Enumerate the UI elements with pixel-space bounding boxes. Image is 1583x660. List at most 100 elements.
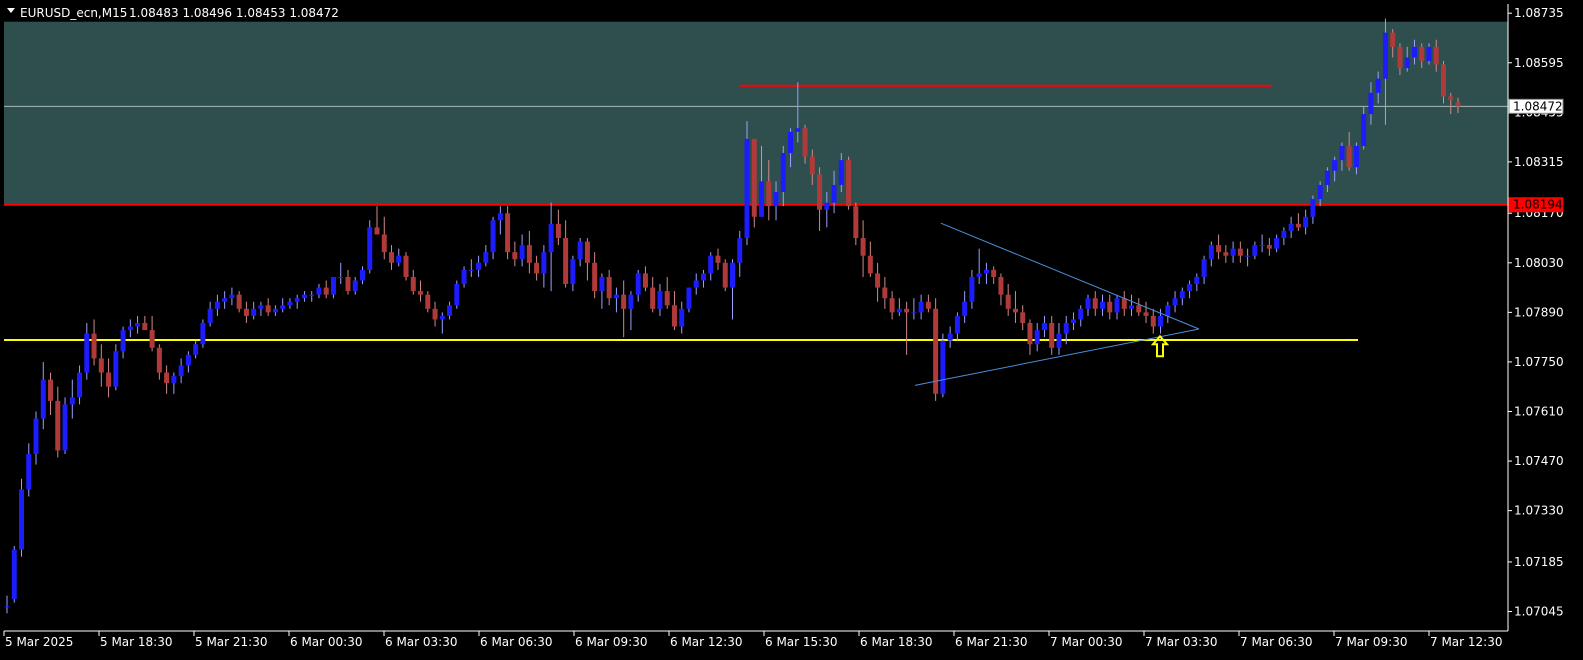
candle-body <box>98 358 104 373</box>
candle-body <box>1136 305 1142 313</box>
candle-body <box>381 234 387 253</box>
candle-body <box>48 379 54 401</box>
candle-body <box>418 291 424 295</box>
time-tick-label: 6 Mar 06:30 <box>480 635 553 649</box>
candle-body <box>1303 216 1309 228</box>
candle <box>846 156 852 210</box>
candle-body <box>954 315 960 334</box>
candle-body <box>860 238 866 256</box>
candle-body <box>708 255 714 274</box>
candle-body <box>200 322 206 345</box>
candle-body <box>367 227 373 270</box>
candle-body <box>795 128 801 132</box>
candle-body <box>301 294 307 299</box>
price-chart[interactable]: 1.087351.085951.084551.083151.081701.080… <box>0 0 1583 660</box>
price-tick-label: 1.07185 <box>1514 555 1564 569</box>
candle-body <box>1281 230 1287 239</box>
ohlc-values: 1.08483 1.08496 1.08453 1.08472 <box>129 6 339 20</box>
candle-body <box>33 418 39 454</box>
candle-body <box>1390 32 1396 47</box>
candle-body <box>403 255 409 277</box>
candle-body <box>541 252 547 274</box>
candle-body <box>896 308 902 313</box>
candle-body <box>1063 322 1069 334</box>
candle-body <box>106 372 112 387</box>
candle-body <box>584 241 590 263</box>
candle-body <box>526 245 532 263</box>
candle-body <box>1419 46 1425 61</box>
candle-body <box>650 287 656 309</box>
candle-body <box>1266 245 1272 249</box>
candle-body <box>280 305 286 309</box>
resistance-price-text: 1.08194 <box>1513 198 1563 212</box>
candle-body <box>1361 114 1367 146</box>
candle-body <box>4 606 10 608</box>
candle-body <box>1201 259 1207 277</box>
candle-body <box>497 213 503 221</box>
candle-body <box>55 400 61 451</box>
candle-body <box>722 262 728 288</box>
candle-body <box>983 269 989 274</box>
candle-body <box>1310 199 1316 217</box>
candle-body <box>1049 322 1055 348</box>
candle-body <box>512 252 518 260</box>
candle-body <box>969 276 975 302</box>
candle <box>403 252 409 281</box>
candle-body <box>505 213 511 253</box>
candle-body <box>77 372 83 398</box>
time-tick-label: 5 Mar 21:30 <box>195 635 268 649</box>
candle-body <box>1295 223 1301 228</box>
time-tick-label: 7 Mar 03:30 <box>1145 635 1218 649</box>
candle-body <box>135 322 141 327</box>
candle-body <box>824 202 830 210</box>
candle-body <box>1346 145 1352 168</box>
candle-body <box>766 181 772 207</box>
time-tick-label: 6 Mar 00:30 <box>290 635 363 649</box>
candle-body <box>1100 301 1106 309</box>
candle-body <box>657 291 663 309</box>
candle-body <box>1411 46 1417 58</box>
price-tick-label: 1.08735 <box>1514 6 1564 20</box>
candle-body <box>149 330 155 348</box>
candle-body <box>178 365 184 377</box>
time-tick-label: 7 Mar 00:30 <box>1050 635 1123 649</box>
candle-body <box>628 294 634 309</box>
candle-body <box>730 262 735 288</box>
candle-body <box>345 276 351 292</box>
candle-body <box>171 376 177 384</box>
candle-body <box>563 238 569 285</box>
price-tick-label: 1.07610 <box>1514 404 1564 418</box>
candle-body <box>1165 305 1171 316</box>
candle-body <box>875 273 881 288</box>
candle <box>11 546 17 603</box>
chart-header: EURUSD_ecn,M15 1.08483 1.08496 1.08453 1… <box>7 6 339 20</box>
candle-body <box>1245 255 1251 257</box>
candle-body <box>1440 64 1446 97</box>
candle-body <box>751 138 757 217</box>
candle-body <box>316 287 322 295</box>
candle-body <box>642 273 648 288</box>
candle-body <box>1172 298 1178 306</box>
time-tick-label: 5 Mar 2025 <box>5 635 73 649</box>
candle-body <box>91 333 97 359</box>
candle-body <box>1382 32 1388 79</box>
candle-body <box>294 298 300 302</box>
candle-body <box>1426 46 1432 61</box>
candle-body <box>1324 170 1330 185</box>
candle-body <box>1404 57 1410 69</box>
candle-body <box>425 294 431 309</box>
candle <box>722 259 728 292</box>
candle-body <box>671 305 677 327</box>
candle-body <box>577 241 583 260</box>
candle-body <box>780 153 786 192</box>
candle-body <box>700 273 706 281</box>
candle-body <box>1056 333 1062 348</box>
candle-body <box>1092 298 1098 309</box>
candle-body <box>11 549 17 600</box>
candle-body <box>142 322 148 331</box>
candle-body <box>998 276 1004 295</box>
candle-body <box>1259 245 1265 247</box>
candle-body <box>991 269 997 277</box>
candle-body <box>1288 223 1294 231</box>
candle-body <box>359 269 365 281</box>
